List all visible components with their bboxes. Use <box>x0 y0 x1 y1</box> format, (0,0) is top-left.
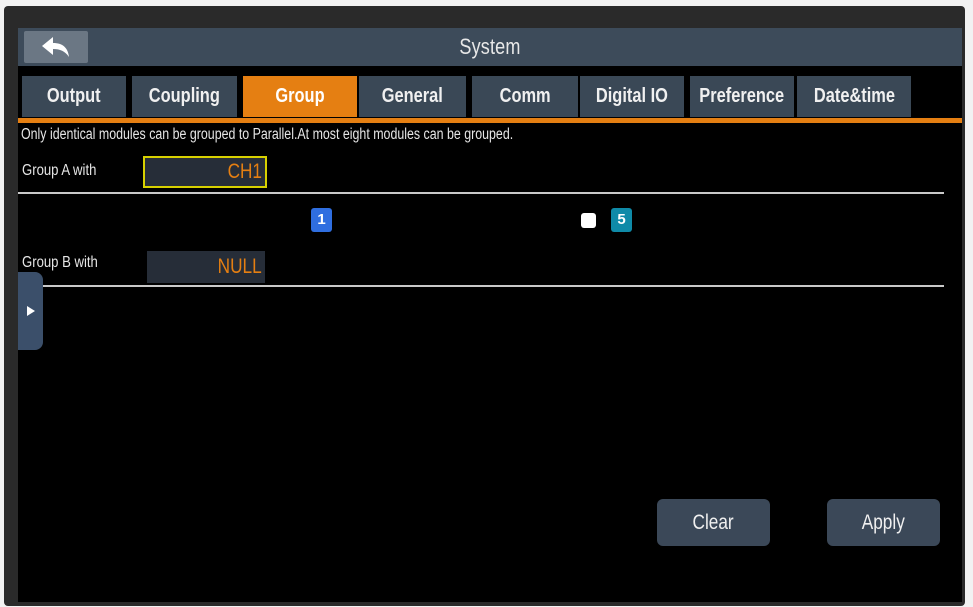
device-frame: System Output Coupling Group General Com… <box>4 6 965 606</box>
group-a-field[interactable]: CH1 <box>143 156 267 188</box>
tab-label: Comm <box>499 85 551 107</box>
tab-label: Coupling <box>148 85 221 107</box>
tab-general[interactable]: General <box>359 76 466 117</box>
group-note: Only identical modules can be grouped to… <box>21 126 514 143</box>
tab-label: Date&time <box>813 85 895 107</box>
apply-button[interactable]: Apply <box>827 499 940 546</box>
tab-label: Group <box>275 85 325 107</box>
tab-digital-io[interactable]: Digital IO <box>580 76 684 117</box>
module-chip-1[interactable]: 1 <box>311 208 332 232</box>
tab-label: General <box>381 85 444 107</box>
divider-a <box>18 192 944 194</box>
back-arrow-icon <box>42 37 69 57</box>
side-panel-handle[interactable] <box>18 272 43 350</box>
group-a-label: Group A with <box>22 162 97 179</box>
group-a-value: CH1 <box>227 160 262 183</box>
tab-label: Digital IO <box>595 85 668 107</box>
divider-b <box>18 285 944 287</box>
module-checkbox-5[interactable] <box>581 213 596 228</box>
tab-date-time[interactable]: Date&time <box>797 76 911 117</box>
tab-label: Preference <box>699 85 785 107</box>
screen: System Output Coupling Group General Com… <box>18 28 962 602</box>
group-b-label: Group B with <box>22 254 98 271</box>
tab-coupling[interactable]: Coupling <box>132 76 237 117</box>
module-chip-5[interactable]: 5 <box>611 208 632 232</box>
group-b-value: NULL <box>217 255 262 278</box>
tab-group[interactable]: Group <box>243 76 357 117</box>
page-title: System <box>459 34 521 59</box>
back-button[interactable] <box>24 31 88 63</box>
expand-right-icon <box>26 306 35 316</box>
title-bar: System <box>18 28 962 66</box>
tab-underline <box>18 118 962 123</box>
tab-output[interactable]: Output <box>22 76 126 117</box>
tab-label: Output <box>47 85 101 107</box>
tab-bar: Output Coupling Group General Comm Digit… <box>18 76 962 120</box>
clear-button-label: Clear <box>692 511 735 534</box>
apply-button-label: Apply <box>861 511 906 534</box>
tab-comm[interactable]: Comm <box>472 76 578 117</box>
tab-preference[interactable]: Preference <box>690 76 794 117</box>
clear-button[interactable]: Clear <box>657 499 770 546</box>
group-b-field[interactable]: NULL <box>147 251 265 283</box>
